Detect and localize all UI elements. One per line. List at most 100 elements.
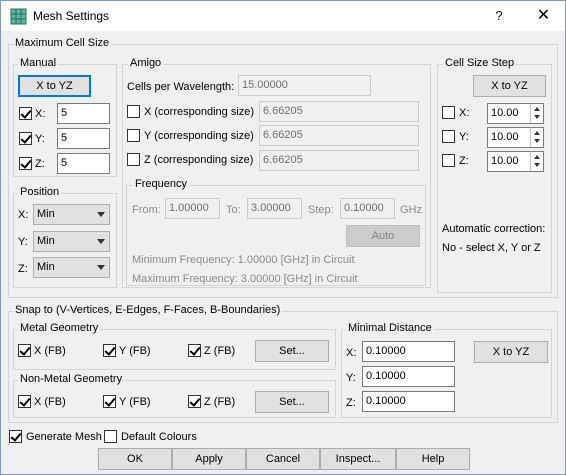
- metal-x-label: X (FB): [34, 345, 66, 357]
- position-x-label: X:: [18, 209, 29, 221]
- apply-button[interactable]: Apply: [172, 448, 246, 470]
- step-label: Step:: [308, 204, 334, 216]
- snap-label: Snap to (V-Vertices, E-Edges, F-Faces, B…: [13, 304, 283, 316]
- default-colours-checkbox[interactable]: [104, 430, 117, 443]
- amigo-x-checkbox[interactable]: [127, 105, 140, 118]
- step-x-to-yz-button[interactable]: X to YZ: [473, 75, 546, 97]
- manual-z-label: Z:: [35, 158, 45, 170]
- frequency-label: Frequency: [133, 178, 189, 190]
- max-frequency-text: Maximum Frequency: 3.00000 [GHz] in Circ…: [132, 273, 358, 285]
- from-label: From:: [132, 204, 161, 216]
- step-y-value: 10.00: [491, 131, 519, 143]
- position-z-select[interactable]: Min: [33, 257, 110, 278]
- window-title: Mesh Settings: [33, 9, 110, 23]
- amigo-y-input[interactable]: 6.66205: [259, 125, 419, 146]
- step-input[interactable]: 0.10000: [340, 198, 395, 219]
- spin-arrows-icon[interactable]: [530, 128, 543, 147]
- manual-z-checkbox[interactable]: [19, 157, 32, 170]
- min-dist-y-label: Y:: [346, 372, 356, 384]
- close-icon[interactable]: ✕: [521, 1, 566, 31]
- min-dist-z-input[interactable]: 0.10000: [362, 391, 455, 412]
- non-metal-z-label: Z (FB): [204, 396, 236, 408]
- from-input[interactable]: 1.00000: [165, 198, 220, 219]
- cell-size-step-label: Cell Size Step: [443, 57, 517, 69]
- min-frequency-text: Minimum Frequency: 1.00000 [GHz] in Circ…: [132, 254, 355, 266]
- ok-button[interactable]: OK: [98, 448, 172, 470]
- amigo-x-input[interactable]: 6.66205: [259, 101, 419, 122]
- non-metal-x-label: X (FB): [34, 396, 66, 408]
- generate-mesh-checkbox[interactable]: [9, 430, 22, 443]
- cancel-button[interactable]: Cancel: [246, 448, 320, 470]
- spin-arrows-icon[interactable]: [530, 104, 543, 123]
- position-label: Position: [18, 186, 62, 198]
- max-cell-size-label: Maximum Cell Size: [13, 37, 112, 49]
- amigo-y-label: Y (corresponding size): [144, 130, 254, 142]
- non-metal-y-label: Y (FB): [119, 396, 151, 408]
- metal-set-button[interactable]: Set...: [255, 340, 329, 362]
- frequency-unit-label: GHz: [400, 204, 422, 216]
- position-y-select[interactable]: Min: [33, 231, 110, 252]
- position-x-select[interactable]: Min: [33, 204, 110, 225]
- step-x-checkbox[interactable]: [442, 106, 455, 119]
- manual-x-checkbox[interactable]: [19, 107, 32, 120]
- inspect-button[interactable]: Inspect...: [320, 448, 396, 470]
- metal-z-checkbox[interactable]: [188, 344, 201, 357]
- step-y-label: Y:: [459, 131, 469, 143]
- cell-size-step-group: [437, 64, 552, 293]
- manual-x-label: X:: [35, 108, 46, 120]
- help-button[interactable]: Help: [396, 448, 470, 470]
- mesh-settings-dialog: Mesh Settings ? ✕ Maximum Cell Size Manu…: [0, 0, 566, 475]
- help-icon[interactable]: ?: [479, 1, 519, 31]
- step-y-checkbox[interactable]: [442, 130, 455, 143]
- step-x-spinner[interactable]: 10.00: [487, 103, 544, 124]
- cells-per-wavelength-input[interactable]: 15.00000: [238, 75, 371, 96]
- manual-z-input[interactable]: 5: [57, 153, 110, 174]
- metal-x-checkbox[interactable]: [18, 344, 31, 357]
- step-z-checkbox[interactable]: [442, 154, 455, 167]
- manual-y-input[interactable]: 5: [57, 128, 110, 149]
- to-input[interactable]: 3.00000: [247, 198, 302, 219]
- non-metal-z-checkbox[interactable]: [188, 395, 201, 408]
- amigo-label: Amigo: [128, 57, 164, 69]
- auto-button[interactable]: Auto: [346, 225, 420, 247]
- auto-correction-text: No - select X, Y or Z: [442, 242, 541, 254]
- min-dist-x-to-yz-button[interactable]: X to YZ: [474, 341, 548, 363]
- amigo-y-checkbox[interactable]: [127, 129, 140, 142]
- metal-geometry-label: Metal Geometry: [18, 322, 101, 334]
- min-dist-z-label: Z:: [346, 397, 356, 409]
- cells-per-wavelength-label: Cells per Wavelength:: [127, 81, 235, 93]
- step-y-spinner[interactable]: 10.00: [487, 127, 544, 148]
- generate-mesh-label: Generate Mesh: [26, 431, 102, 443]
- position-x-value: Min: [37, 208, 55, 220]
- title-bar: Mesh Settings ? ✕: [1, 1, 565, 31]
- chevron-down-icon: [97, 265, 105, 270]
- default-colours-label: Default Colours: [121, 431, 197, 443]
- manual-x-input[interactable]: 5: [57, 103, 110, 124]
- position-y-value: Min: [37, 235, 55, 247]
- position-z-value: Min: [37, 261, 55, 273]
- step-x-label: X:: [459, 107, 470, 119]
- step-x-value: 10.00: [491, 107, 519, 119]
- min-dist-x-input[interactable]: 0.10000: [362, 341, 455, 362]
- step-z-value: 10.00: [491, 155, 519, 167]
- amigo-z-checkbox[interactable]: [127, 153, 140, 166]
- manual-y-checkbox[interactable]: [19, 132, 32, 145]
- auto-correction-label: Automatic correction:: [442, 223, 546, 235]
- position-z-label: Z:: [18, 263, 28, 275]
- amigo-z-input[interactable]: 6.66205: [259, 150, 419, 171]
- spin-arrows-icon[interactable]: [530, 152, 543, 171]
- step-z-spinner[interactable]: 10.00: [487, 151, 544, 172]
- position-y-label: Y:: [18, 236, 28, 248]
- non-metal-x-checkbox[interactable]: [18, 395, 31, 408]
- manual-x-to-yz-button[interactable]: X to YZ: [18, 75, 91, 97]
- non-metal-geometry-label: Non-Metal Geometry: [18, 373, 125, 385]
- minimal-distance-label: Minimal Distance: [346, 322, 434, 334]
- metal-z-label: Z (FB): [204, 345, 236, 357]
- non-metal-set-button[interactable]: Set...: [255, 391, 329, 413]
- metal-y-checkbox[interactable]: [103, 344, 116, 357]
- chevron-down-icon: [97, 212, 105, 217]
- metal-y-label: Y (FB): [119, 345, 151, 357]
- manual-label: Manual: [18, 57, 59, 69]
- non-metal-y-checkbox[interactable]: [103, 395, 116, 408]
- min-dist-y-input[interactable]: 0.10000: [362, 366, 455, 387]
